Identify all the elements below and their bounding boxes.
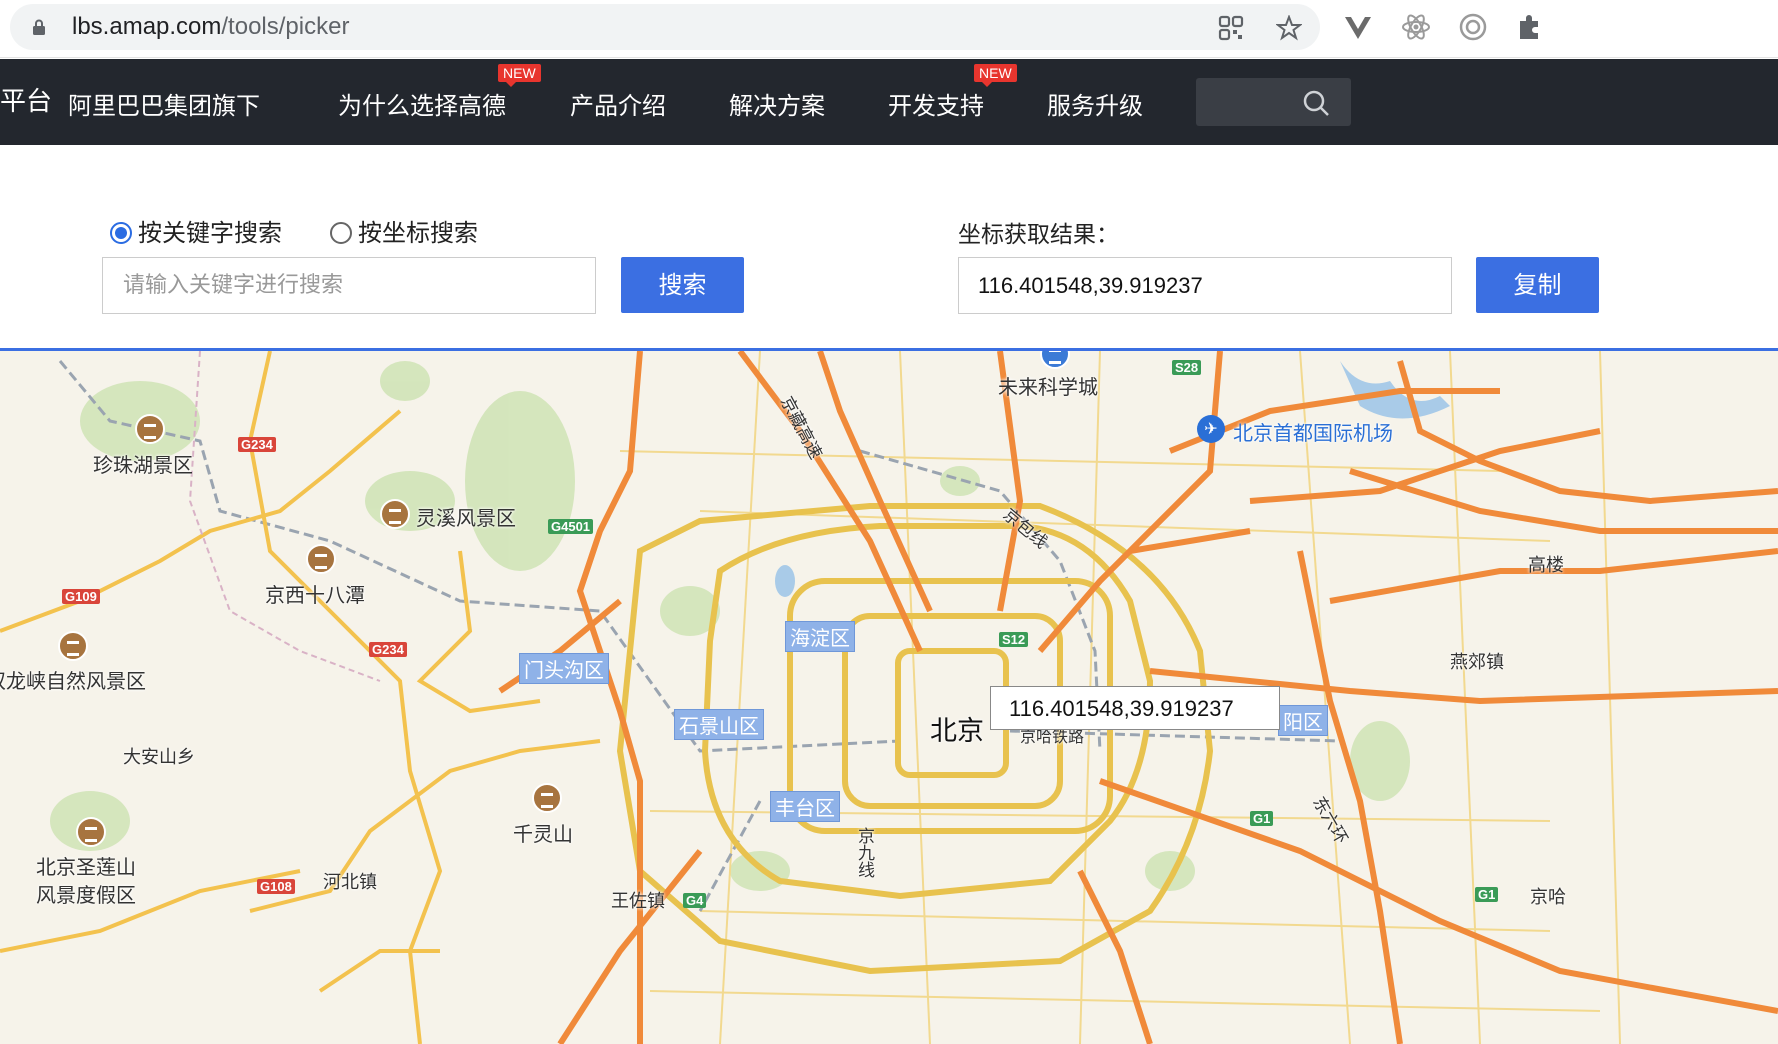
- road-shield: G1: [1475, 887, 1499, 902]
- keyword-search-input[interactable]: [102, 257, 596, 314]
- city-label: 北京: [930, 716, 984, 747]
- map-canvas[interactable]: ✈ 珍珠湖景区 灵溪风景区 京西十八潭 双龙峡自然风景区 大安山乡 千灵山 北京…: [0, 351, 1778, 1044]
- map-label: 双龙峡自然风景区: [0, 669, 146, 693]
- scenic-spot-icon[interactable]: [76, 817, 106, 847]
- site-logo[interactable]: 平台: [0, 81, 52, 118]
- coordinate-result-field[interactable]: [958, 257, 1452, 314]
- nav-item-alibaba[interactable]: 阿里巴巴集团旗下: [68, 86, 260, 121]
- new-badge: NEW: [498, 64, 541, 87]
- road-shield: G108: [257, 879, 295, 894]
- nav-item-solutions[interactable]: 解决方案: [729, 86, 825, 121]
- new-badge: NEW: [974, 64, 1017, 87]
- road-shield: G4501: [548, 519, 594, 534]
- map-label: 风景度假区: [36, 883, 136, 907]
- map-label: 灵溪风景区: [416, 506, 516, 530]
- nav-item-dev-support[interactable]: 开发支持: [888, 86, 984, 121]
- map-label: 河北镇: [323, 872, 377, 893]
- nav-item-products[interactable]: 产品介绍: [570, 86, 666, 121]
- radio-button-checked[interactable]: [110, 222, 132, 244]
- road-shield: G234: [369, 642, 407, 657]
- road-shield: S12: [999, 632, 1029, 647]
- scenic-spot-icon[interactable]: [135, 414, 165, 444]
- browser-toolbar: lbs.amap.com/tools/picker: [0, 0, 1778, 58]
- result-label: 坐标获取结果：: [958, 222, 1119, 248]
- search-button[interactable]: 搜索: [621, 257, 744, 313]
- road-label: 京哈: [1530, 887, 1566, 908]
- map-label: 王佐镇: [611, 891, 665, 912]
- radio-button-unchecked[interactable]: [330, 222, 352, 244]
- rail-label: 京九线: [854, 827, 874, 878]
- road-shield: G109: [62, 589, 100, 604]
- district-label: 阳区: [1278, 705, 1328, 736]
- road-shield: G1: [1250, 811, 1274, 826]
- scenic-spot-icon[interactable]: [58, 631, 88, 661]
- radio-coord-label: 按坐标搜索: [358, 219, 478, 247]
- camera-extension-icon[interactable]: [1458, 12, 1488, 42]
- lock-icon: [33, 19, 45, 35]
- scenic-spot-icon[interactable]: [380, 499, 410, 529]
- url-host: lbs.amap.com: [72, 13, 222, 40]
- map-label: 大安山乡: [123, 747, 195, 768]
- site-nav: 平台 阿里巴巴集团旗下 为什么选择高德 NEW 产品介绍 解决方案 开发支持 N…: [0, 59, 1778, 145]
- copy-button[interactable]: 复制: [1476, 257, 1599, 313]
- airport-icon[interactable]: ✈: [1197, 415, 1225, 443]
- map-label: 珍珠湖景区: [93, 453, 193, 477]
- map-label: 高楼: [1528, 555, 1564, 576]
- district-label: 石景山区: [674, 709, 764, 740]
- nav-item-why-amap[interactable]: 为什么选择高德: [338, 86, 506, 121]
- radio-keyword-search[interactable]: 按关键字搜索: [110, 213, 282, 248]
- road-shield: S28: [1172, 360, 1202, 375]
- vue-devtools-icon[interactable]: [1343, 12, 1373, 42]
- address-bar[interactable]: lbs.amap.com/tools/picker: [10, 4, 1320, 50]
- airport-label: 北京首都国际机场: [1233, 421, 1393, 445]
- url-path: /tools/picker: [221, 13, 350, 40]
- map-label: 千灵山: [513, 822, 573, 846]
- radio-keyword-label: 按关键字搜索: [138, 219, 282, 247]
- map-label: 京西十八潭: [265, 583, 365, 607]
- district-label: 海淀区: [785, 621, 855, 652]
- district-label: 门头沟区: [519, 653, 609, 684]
- search-icon[interactable]: [1302, 89, 1330, 117]
- qr-code-icon[interactable]: [1218, 15, 1244, 41]
- map-roads: [0, 351, 1778, 1044]
- radio-coordinate-search[interactable]: 按坐标搜索: [330, 213, 478, 248]
- map-label: 北京圣莲山: [36, 855, 136, 879]
- scenic-spot-icon[interactable]: [532, 783, 562, 813]
- scenic-spot-icon[interactable]: [306, 544, 336, 574]
- map-label: 未来科学城: [998, 375, 1098, 399]
- bookmark-star-icon[interactable]: [1276, 15, 1302, 41]
- picker-panel: 按关键字搜索 按坐标搜索 搜索 坐标获取结果： 复制: [0, 145, 1778, 350]
- react-devtools-icon[interactable]: [1401, 12, 1431, 42]
- url-text: lbs.amap.com/tools/picker: [72, 13, 349, 41]
- road-shield: G234: [238, 437, 276, 452]
- road-shield: G4: [683, 893, 707, 908]
- district-label: 丰台区: [770, 791, 840, 822]
- nav-item-service-upgrade[interactable]: 服务升级: [1047, 86, 1143, 121]
- nav-search-box[interactable]: [1196, 78, 1351, 126]
- coordinate-tooltip: 116.401548,39.919237: [990, 686, 1280, 730]
- map-label: 燕郊镇: [1450, 652, 1504, 673]
- extensions-puzzle-icon[interactable]: [1515, 12, 1545, 42]
